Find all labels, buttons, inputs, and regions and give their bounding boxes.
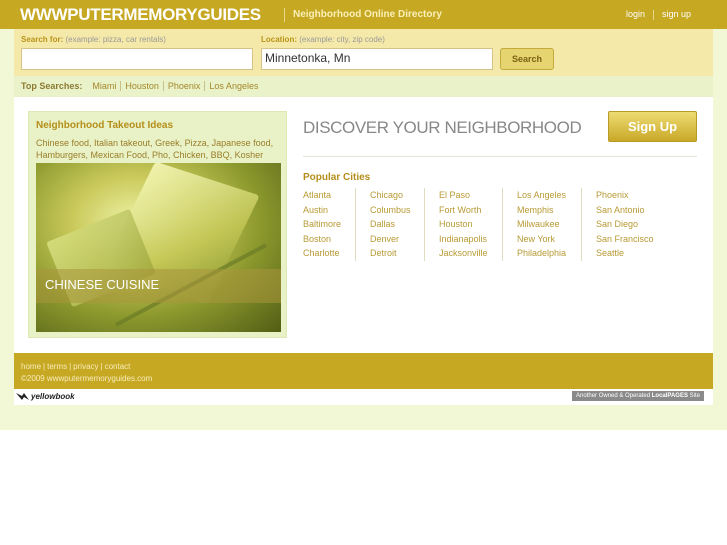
localpages-badge[interactable]: Another Owned & Operated LocalPAGES Site	[572, 391, 704, 401]
account-links: login sign up	[626, 9, 691, 20]
top-searches-label: Top Searches:	[21, 81, 83, 91]
link-divider	[652, 9, 654, 20]
footer-link-privacy[interactable]: privacy	[73, 362, 98, 371]
divider	[303, 156, 697, 157]
search-label-hint: (example: pizza, car rentals)	[65, 35, 166, 44]
top-search-link[interactable]: Houston	[120, 81, 163, 91]
city-column: Atlanta Austin Baltimore Boston Charlott…	[303, 188, 355, 261]
city-link[interactable]: Austin	[303, 203, 355, 218]
location-label: Location: (example: city, zip code)	[261, 35, 385, 44]
image-caption: CHINESE CUISINE	[45, 277, 160, 292]
footer-link-contact[interactable]: contact	[105, 362, 131, 371]
city-link[interactable]: Indianapolis	[439, 232, 502, 247]
site-logo[interactable]: WWWPUTERMEMORYGUIDES	[20, 5, 261, 25]
footer-link-home[interactable]: home	[21, 362, 41, 371]
chinese-cuisine-image[interactable]: CHINESE CUISINE	[36, 163, 281, 332]
top-search-link[interactable]: Phoenix	[162, 81, 205, 91]
signup-button[interactable]: Sign Up	[608, 111, 697, 142]
footer-links: home | terms | privacy | contact	[21, 362, 131, 371]
city-link[interactable]: Philadelphia	[517, 246, 581, 261]
main-content: Neighborhood Takeout Ideas Chinese food,…	[14, 97, 713, 353]
city-column: El Paso Fort Worth Houston Indianapolis …	[424, 188, 502, 261]
city-link[interactable]: Memphis	[517, 203, 581, 218]
takeout-promo: Neighborhood Takeout Ideas Chinese food,…	[28, 111, 287, 338]
copyright: ©2009 wwwputermemoryguides.com	[21, 374, 153, 383]
city-link[interactable]: New York	[517, 232, 581, 247]
city-link[interactable]: Jacksonville	[439, 246, 502, 261]
city-column: Chicago Columbus Dallas Denver Detroit	[355, 188, 424, 261]
city-column: Los Angeles Memphis Milwaukee New York P…	[502, 188, 581, 261]
page-container: WWWPUTERMEMORYGUIDES Neighborhood Online…	[0, 0, 727, 430]
city-link[interactable]: Atlanta	[303, 188, 355, 203]
partner-strip: yellowbook Another Owned & Operated Loca…	[14, 389, 713, 405]
top-search-link[interactable]: Miami	[88, 81, 120, 91]
city-link[interactable]: Milwaukee	[517, 217, 581, 232]
city-link[interactable]: Boston	[303, 232, 355, 247]
city-link[interactable]: Phoenix	[596, 188, 681, 203]
page-heading: DISCOVER YOUR NEIGHBORHOOD	[303, 118, 582, 137]
yellowbook-logo[interactable]: yellowbook	[16, 392, 75, 401]
search-label-title: Search for:	[21, 35, 64, 44]
promo-subtitle: Chinese food, Italian takeout, Greek, Pi…	[36, 138, 274, 160]
city-link[interactable]: El Paso	[439, 188, 502, 203]
search-label: Search for: (example: pizza, car rentals…	[21, 35, 166, 44]
yellowbook-wordmark: yellowbook	[31, 392, 75, 401]
location-label-hint: (example: city, zip code)	[299, 35, 385, 44]
city-link[interactable]: Columbus	[370, 203, 424, 218]
city-link[interactable]: Baltimore	[303, 217, 355, 232]
location-input[interactable]: Minnetonka, Mn	[261, 48, 493, 70]
promo-title[interactable]: Neighborhood Takeout Ideas	[36, 120, 173, 131]
top-searches-bar: Top Searches: Miami Houston Phoenix Los Ange…	[14, 76, 713, 97]
footer: home | terms | privacy | contact ©2009 wwwpute…	[14, 353, 713, 389]
location-label-title: Location:	[261, 35, 297, 44]
yellowbook-logo-icon	[16, 393, 29, 401]
footer-link-terms[interactable]: terms	[47, 362, 67, 371]
city-link[interactable]: Charlotte	[303, 246, 355, 261]
search-button[interactable]: Search	[500, 48, 554, 70]
city-link[interactable]: Houston	[439, 217, 502, 232]
top-search-link[interactable]: Los Angeles	[204, 81, 263, 91]
city-link[interactable]: Chicago	[370, 188, 424, 203]
city-link[interactable]: San Francisco	[596, 232, 681, 247]
popular-cities-title: Popular Cities	[303, 172, 371, 183]
city-link[interactable]: San Diego	[596, 217, 681, 232]
city-link[interactable]: Los Angeles	[517, 188, 581, 203]
city-link[interactable]: Detroit	[370, 246, 424, 261]
site-tagline: Neighborhood Online Directory	[284, 8, 442, 22]
login-link[interactable]: login	[626, 9, 645, 19]
city-link[interactable]: Dallas	[370, 217, 424, 232]
city-link[interactable]: Denver	[370, 232, 424, 247]
city-link[interactable]: Seattle	[596, 246, 681, 261]
city-column: Phoenix San Antonio San Diego San Franci…	[581, 188, 681, 261]
city-link[interactable]: San Antonio	[596, 203, 681, 218]
header-bar: WWWPUTERMEMORYGUIDES Neighborhood Online…	[0, 0, 727, 29]
search-bar: Search for: (example: pizza, car rentals…	[14, 29, 713, 76]
signup-link[interactable]: sign up	[662, 9, 691, 19]
city-link[interactable]: Fort Worth	[439, 203, 502, 218]
search-input[interactable]	[21, 48, 253, 70]
